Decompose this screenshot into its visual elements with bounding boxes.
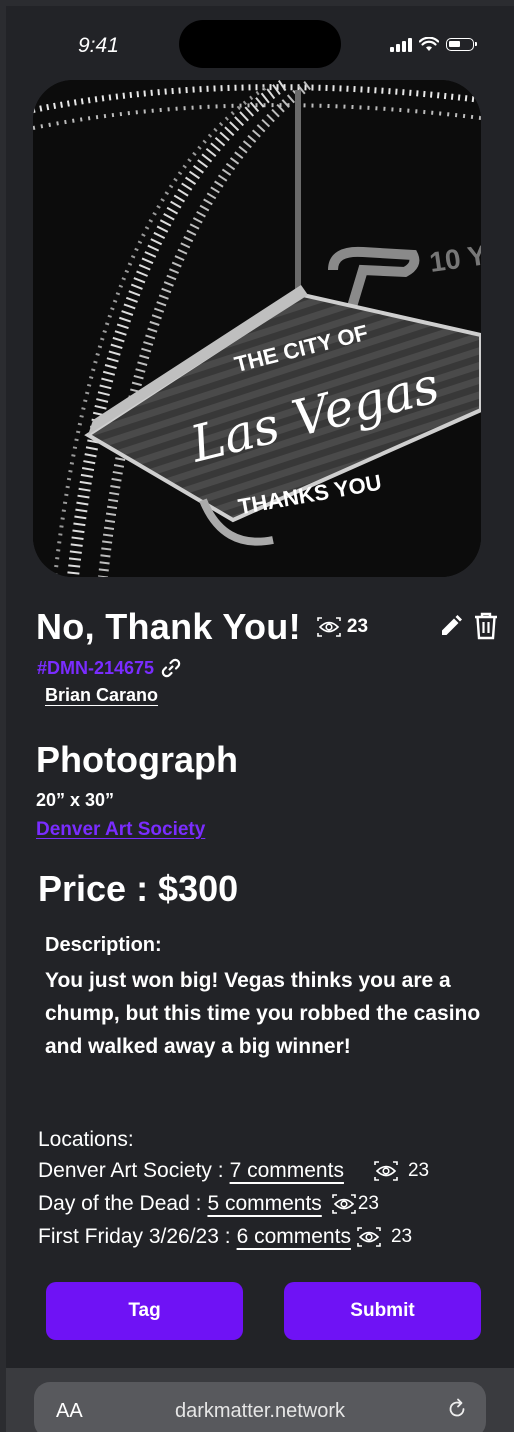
location-name: First Friday 3/26/23 : xyxy=(38,1225,231,1248)
artist-name[interactable]: Brian Carano xyxy=(45,685,158,706)
system-icons xyxy=(390,37,477,52)
locations-label: Locations: xyxy=(38,1128,134,1151)
reload-icon[interactable] xyxy=(446,1398,468,1420)
artwork-title: No, Thank You! xyxy=(36,606,301,647)
signal-icon xyxy=(390,37,412,52)
location-view-count: 23 xyxy=(390,1226,413,1247)
location-comments-link[interactable]: 5 comments xyxy=(207,1192,321,1216)
battery-icon xyxy=(446,38,477,51)
location-view-count: 23 xyxy=(407,1160,430,1181)
artwork-image[interactable]: 10 Y THE CITY OF Las Vegas THANKS YOU xyxy=(33,80,481,577)
address-bar[interactable]: AA darkmatter.network xyxy=(34,1382,486,1432)
trash-icon[interactable] xyxy=(473,611,499,641)
view-count: 23 xyxy=(315,616,368,638)
view-count-value: 23 xyxy=(346,616,369,637)
phone-screen: 9:41 10 Y THE CITY OF Las Vegas THANKS Y… xyxy=(6,6,514,1432)
dynamic-island xyxy=(179,20,341,68)
artwork-price: Price : $300 xyxy=(38,868,239,909)
edit-icon[interactable] xyxy=(439,614,463,638)
location-row: Denver Art Society : 7 comments 23 xyxy=(38,1159,429,1183)
location-row: First Friday 3/26/23 : 6 comments 23 xyxy=(38,1225,412,1249)
location-view-count: 23 xyxy=(357,1193,379,1214)
description-label: Description: xyxy=(45,934,162,956)
location-name: Day of the Dead : xyxy=(38,1192,202,1215)
artwork-id: #DMN-214675 xyxy=(37,657,155,678)
artwork-medium: Photograph xyxy=(36,739,238,780)
eye-icon xyxy=(372,1160,400,1182)
submit-button[interactable]: Submit xyxy=(284,1282,481,1340)
url-text: darkmatter.network xyxy=(174,1400,346,1422)
description-text: You just won big! Vegas thinks you are a… xyxy=(45,969,481,1058)
wifi-icon xyxy=(419,37,439,51)
title-row: No, Thank You! 23 xyxy=(36,606,368,648)
tag-button[interactable]: Tag xyxy=(46,1282,243,1340)
eye-icon xyxy=(315,616,343,638)
location-row: Day of the Dead : 5 comments 23 xyxy=(38,1192,379,1216)
link-icon[interactable] xyxy=(160,657,182,679)
artwork-id-row: #DMN-214675 xyxy=(37,657,182,679)
artwork-dimensions: 20” x 30” xyxy=(36,790,115,810)
venue-link[interactable]: Denver Art Society xyxy=(36,819,205,841)
eye-icon xyxy=(355,1226,383,1248)
location-comments-link[interactable]: 7 comments xyxy=(230,1159,344,1183)
status-time: 9:41 xyxy=(78,34,119,57)
status-bar: 9:41 xyxy=(6,6,514,76)
location-comments-link[interactable]: 6 comments xyxy=(237,1225,351,1249)
eye-icon xyxy=(330,1193,358,1215)
location-name: Denver Art Society : xyxy=(38,1159,224,1182)
browser-bar: AA darkmatter.network xyxy=(6,1368,514,1432)
